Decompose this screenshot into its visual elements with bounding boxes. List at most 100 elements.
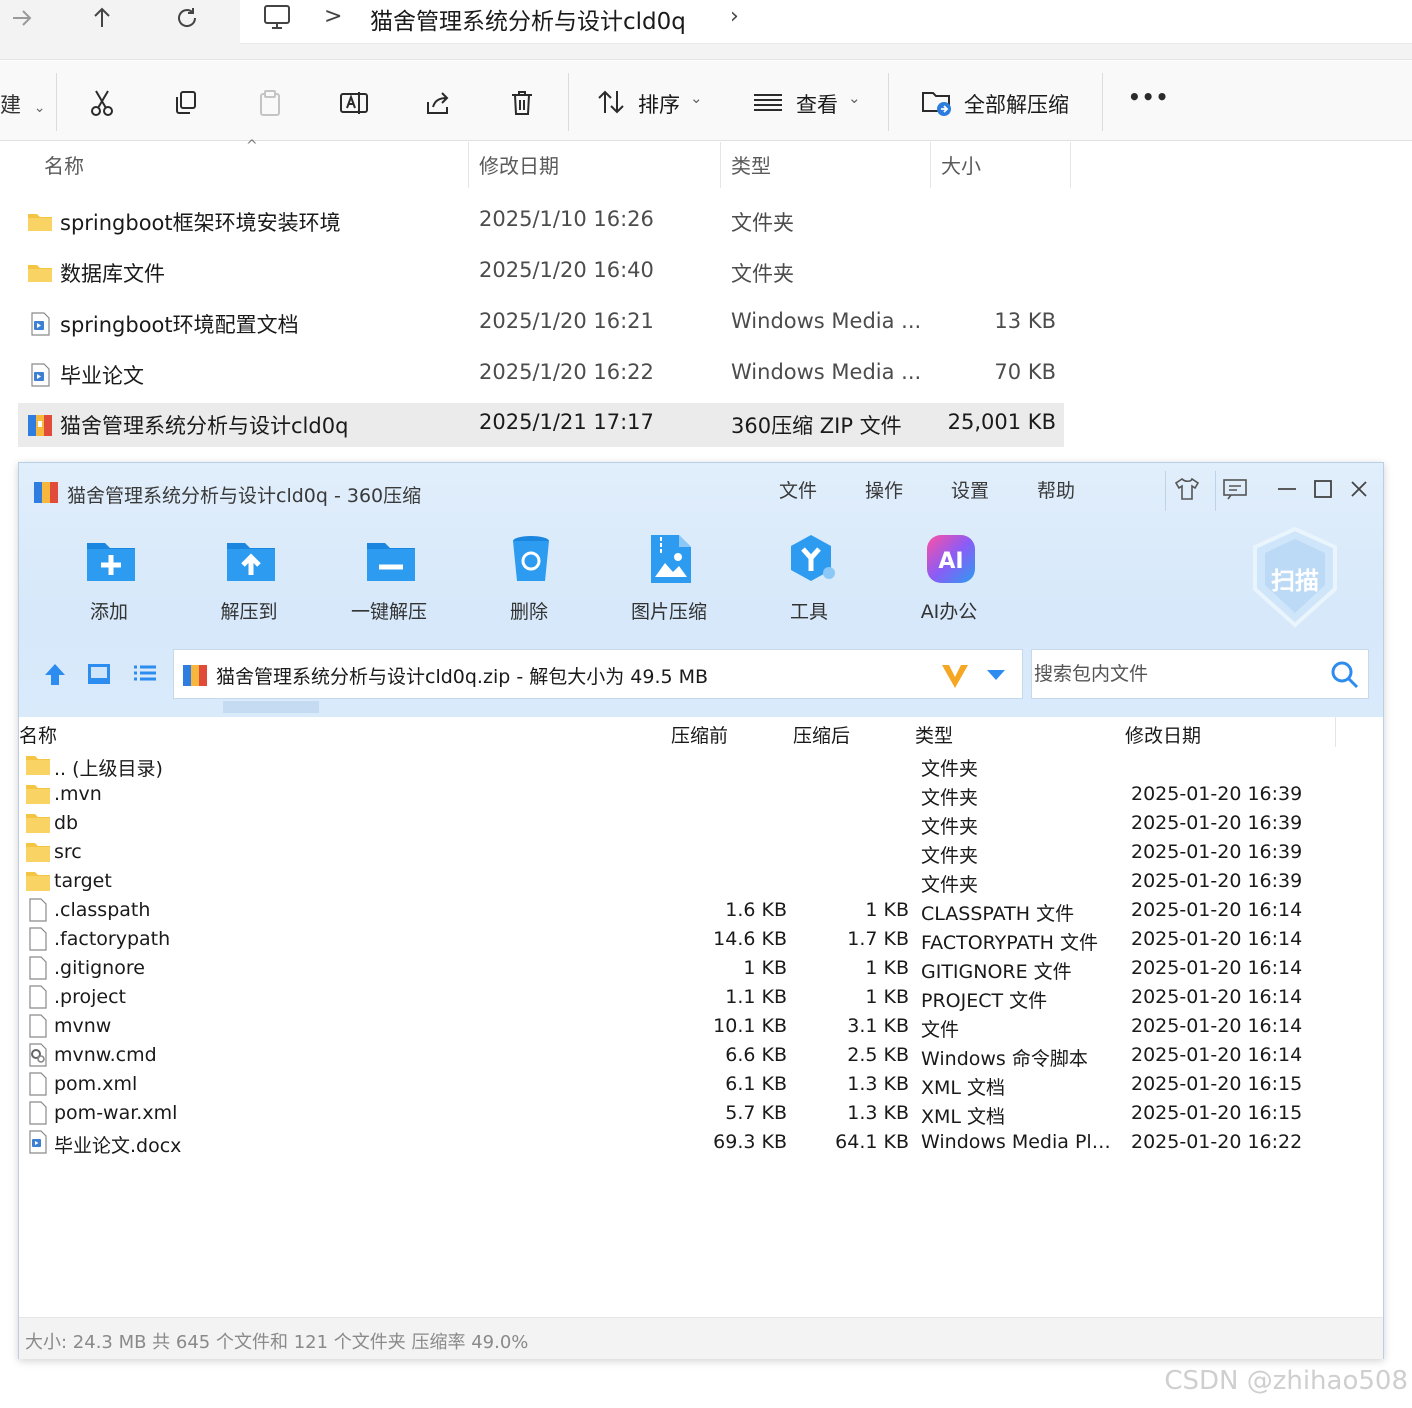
file-name: 毕业论文	[60, 364, 144, 388]
archive-file-date: 2025-01-20 16:14	[1131, 1044, 1303, 1066]
view-label: 查看	[796, 93, 838, 117]
column-divider[interactable]	[930, 142, 931, 188]
one-click-extract-label: 一键解压	[350, 601, 427, 623]
tools-button[interactable]: 工具	[759, 531, 859, 631]
delete-button[interactable]: 删除	[479, 531, 579, 631]
breadcrumb-separator[interactable]: >	[324, 4, 342, 29]
minimize-button[interactable]	[1269, 473, 1305, 505]
maximize-button[interactable]	[1305, 473, 1341, 505]
archive-row[interactable]: pom-war.xml 5.7 KB 1.3 KB XML 文档 2025-01…	[19, 1099, 1383, 1128]
column-before-size[interactable]: 压缩前	[671, 721, 728, 748]
copy-button[interactable]	[166, 83, 206, 123]
column-divider[interactable]	[468, 142, 469, 188]
thumbnail-view-button[interactable]	[85, 661, 113, 687]
column-date[interactable]: 修改日期	[479, 150, 559, 179]
search-input[interactable]	[1032, 650, 1322, 698]
image-compress-button[interactable]: 图片压缩	[619, 531, 719, 631]
file-type: 文件夹	[731, 262, 794, 286]
archive-file-type: 文件夹	[921, 874, 979, 896]
scan-button[interactable]: 扫描	[1249, 525, 1341, 629]
file-date: 2025/1/20 16:40	[479, 258, 654, 282]
one-click-extract-button[interactable]: 一键解压	[339, 531, 439, 631]
archive-row[interactable]: .mvn 文件夹 2025-01-20 16:39	[19, 780, 1383, 809]
ai-office-icon: AI	[927, 535, 975, 583]
column-size[interactable]: 大小	[941, 150, 981, 179]
arrow-up-icon	[94, 7, 110, 27]
archive-row[interactable]: 毕业论文.docx 69.3 KB 64.1 KB Windows Media …	[19, 1128, 1383, 1157]
archive-row[interactable]: mvnw 10.1 KB 3.1 KB 文件 2025-01-20 16:14	[19, 1012, 1383, 1041]
breadcrumb-current-folder[interactable]: 猫舍管理系统分析与设计cld0q	[370, 2, 686, 36]
archive-file-type: CLASSPATH 文件	[921, 903, 1075, 925]
archive-file-name: .mvn	[54, 783, 102, 805]
title-divider	[1215, 471, 1216, 511]
archive-row[interactable]: .project 1.1 KB 1 KB PROJECT 文件 2025-01-…	[19, 983, 1383, 1012]
file-row[interactable]: springboot框架环境安装环境 2025/1/10 16:26 文件夹	[18, 200, 1064, 244]
archive-file-type: GITIGNORE 文件	[921, 961, 1072, 983]
archive-row[interactable]: src 文件夹 2025-01-20 16:39	[19, 838, 1383, 867]
up-button[interactable]	[80, 0, 124, 36]
archive-file-date: 2025-01-20 16:39	[1131, 870, 1303, 892]
close-button[interactable]	[1341, 473, 1377, 505]
extract-to-button[interactable]: 解压到	[199, 531, 299, 631]
archive-search-box[interactable]	[1031, 649, 1369, 699]
paste-button[interactable]	[250, 83, 290, 123]
folder-icon	[26, 785, 50, 804]
new-button-partial[interactable]: 建 ⌄	[0, 89, 45, 119]
view-button[interactable]: 查看 ⌄	[752, 61, 872, 141]
extract-all-button[interactable]: 全部解压缩	[918, 61, 1088, 141]
archive-path-bar[interactable]: 猫舍管理系统分析与设计cld0q.zip - 解包大小为 49.5 MB	[173, 649, 1023, 699]
menu-help[interactable]: 帮助	[1037, 476, 1075, 503]
menu-operation[interactable]: 操作	[865, 476, 903, 503]
column-divider[interactable]	[1335, 717, 1336, 747]
file-icon	[29, 956, 47, 980]
menu-settings[interactable]: 设置	[951, 476, 989, 503]
archive-file-name: src	[54, 841, 82, 863]
breadcrumb-expand-chevron[interactable]: ›	[730, 4, 739, 29]
skin-button[interactable]	[1169, 473, 1205, 505]
archive-row[interactable]: .classpath 1.6 KB 1 KB CLASSPATH 文件 2025…	[19, 896, 1383, 925]
add-button[interactable]: 添加	[59, 531, 159, 631]
archive-file-type: 文件	[921, 1019, 960, 1041]
column-type[interactable]: 类型	[731, 150, 771, 179]
delete-button[interactable]	[502, 83, 542, 123]
more-options-button[interactable]: •••	[1128, 85, 1169, 109]
search-icon[interactable]	[1330, 660, 1360, 690]
parent-folder-button[interactable]	[41, 661, 69, 687]
archive-row[interactable]: .. (上级目录) 文件夹	[19, 751, 1383, 780]
column-divider[interactable]	[1070, 142, 1071, 188]
archive-row[interactable]: target 文件夹 2025-01-20 16:39	[19, 867, 1383, 896]
address-bar[interactable]: > 猫舍管理系统分析与设计cld0q ›	[240, 0, 1412, 44]
list-view-button[interactable]	[131, 661, 159, 687]
sort-button[interactable]: 排序 ⌄	[594, 61, 714, 141]
column-name[interactable]: 名称	[19, 721, 57, 748]
archive-row[interactable]: .factorypath 14.6 KB 1.7 KB FACTORYPATH …	[19, 925, 1383, 954]
ai-office-button[interactable]: AI AI办公	[899, 531, 999, 631]
refresh-button[interactable]	[165, 0, 209, 36]
feedback-button[interactable]	[1217, 473, 1253, 505]
column-divider[interactable]	[720, 142, 721, 188]
archive-file-name: .classpath	[54, 899, 151, 921]
archive-file-name: pom.xml	[54, 1073, 138, 1095]
menu-file[interactable]: 文件	[779, 476, 817, 503]
archive-size-after: 2.5 KB	[847, 1044, 909, 1066]
forward-button[interactable]	[0, 0, 44, 36]
cut-button[interactable]	[82, 83, 122, 123]
column-after-size[interactable]: 压缩后	[793, 721, 850, 748]
file-row[interactable]: 毕业论文 2025/1/20 16:22 Windows Media ... 7…	[18, 353, 1064, 397]
add-label: 添加	[89, 601, 128, 623]
archive-file-name: pom-war.xml	[54, 1102, 178, 1124]
file-row[interactable]: 数据库文件 2025/1/20 16:40 文件夹	[18, 251, 1064, 295]
archive-row[interactable]: mvnw.cmd 6.6 KB 2.5 KB Windows 命令脚本 2025…	[19, 1041, 1383, 1070]
file-row-selected[interactable]: 猫舍管理系统分析与设计cld0q 2025/1/21 17:17 360压缩 Z…	[18, 403, 1064, 447]
rename-button[interactable]	[334, 83, 374, 123]
column-name[interactable]: 名称	[44, 150, 84, 179]
share-button[interactable]	[418, 83, 458, 123]
archive-file-date: 2025-01-20 16:39	[1131, 841, 1303, 863]
archive-row[interactable]: .gitignore 1 KB 1 KB GITIGNORE 文件 2025-0…	[19, 954, 1383, 983]
dropdown-arrow-icon[interactable]	[984, 666, 1008, 684]
file-row[interactable]: springboot环境配置文档 2025/1/20 16:21 Windows…	[18, 302, 1064, 346]
archive-row[interactable]: pom.xml 6.1 KB 1.3 KB XML 文档 2025-01-20 …	[19, 1070, 1383, 1099]
column-date[interactable]: 修改日期	[1125, 721, 1201, 748]
archive-row[interactable]: db 文件夹 2025-01-20 16:39	[19, 809, 1383, 838]
column-type[interactable]: 类型	[915, 721, 953, 748]
